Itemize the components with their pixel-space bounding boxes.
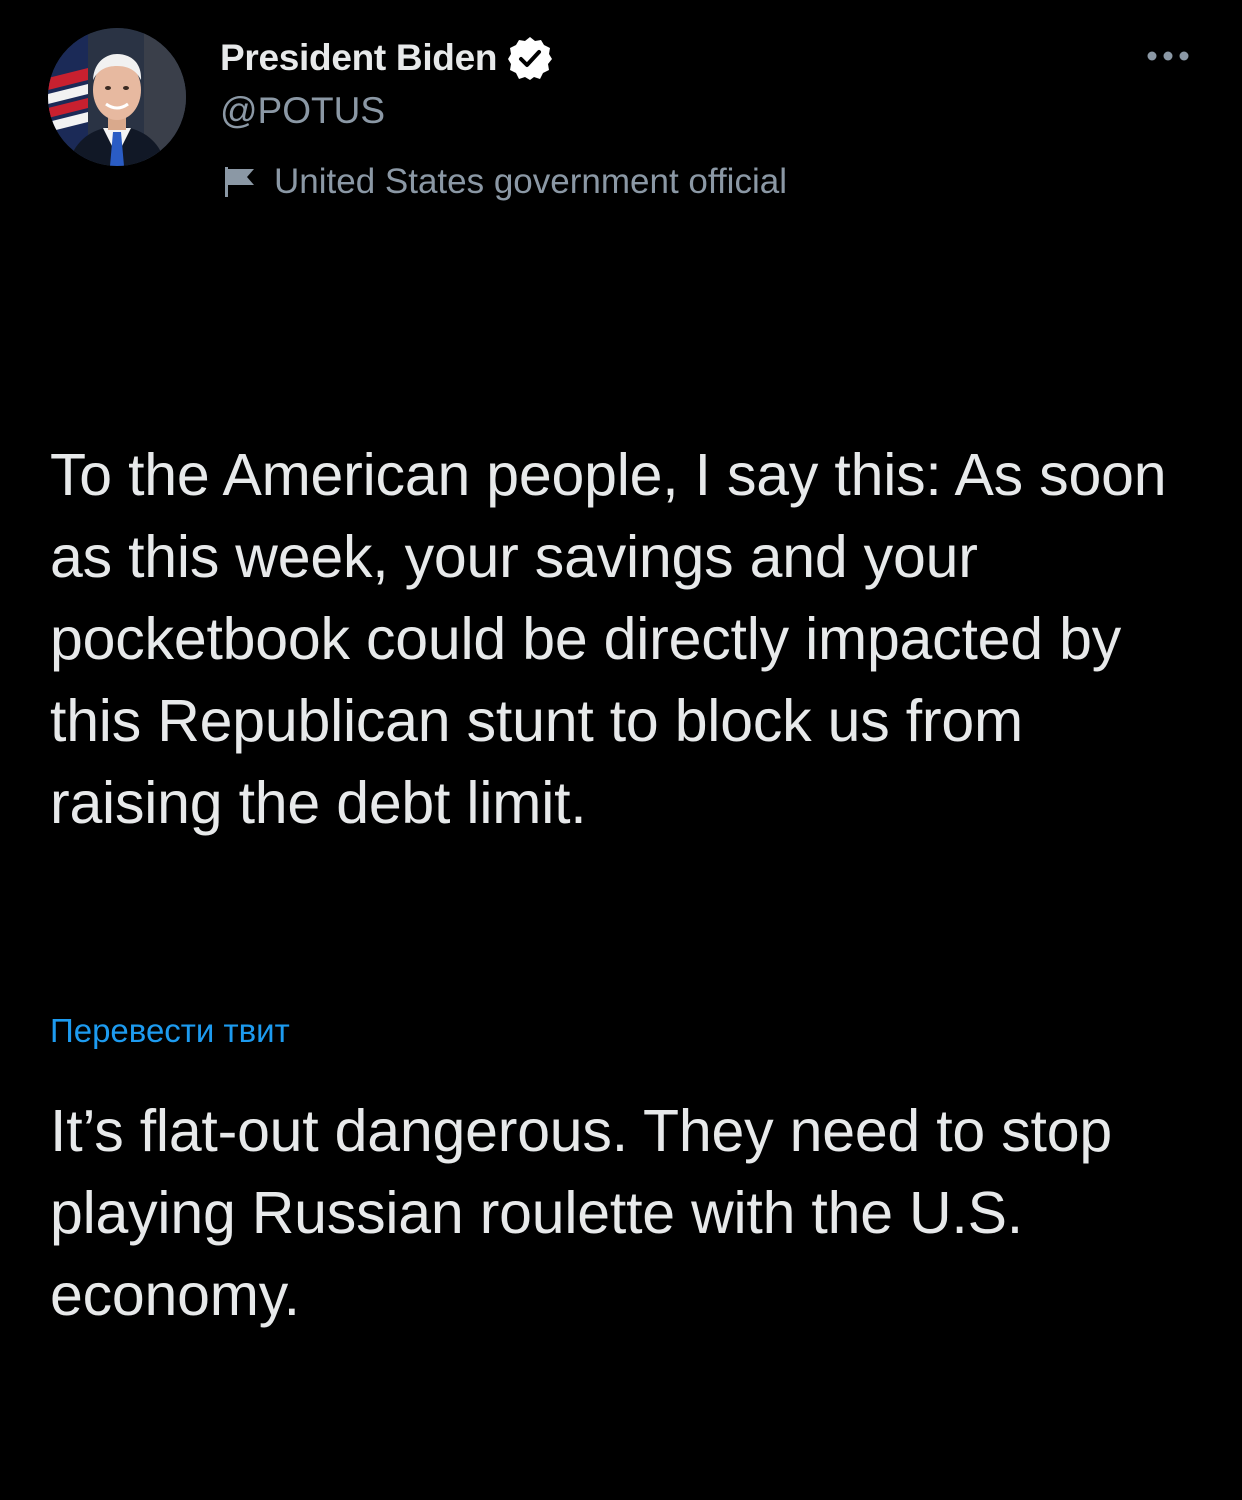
author-handle[interactable]: @POTUS xyxy=(220,90,385,132)
translate-tweet-link[interactable]: Перевести твит xyxy=(50,1012,290,1050)
more-options-button[interactable] xyxy=(1138,34,1198,78)
flag-icon xyxy=(222,164,260,200)
tweet-text: To the American people, I say this: As s… xyxy=(50,270,1210,1500)
author-avatar[interactable] xyxy=(48,28,186,166)
affiliation-label-row: United States government official xyxy=(222,160,787,204)
more-horizontal-icon xyxy=(1147,51,1189,61)
verified-badge-icon xyxy=(507,35,553,81)
author-name-row[interactable]: President Biden xyxy=(220,36,553,80)
tweet-paragraph: To the American people, I say this: As s… xyxy=(50,442,1183,836)
affiliation-label: United States government official xyxy=(274,162,787,201)
portrait-avatar-icon xyxy=(48,28,186,166)
author-display-name[interactable]: President Biden xyxy=(220,37,497,79)
tweet-paragraph: It’s flat-out dangerous. They need to st… xyxy=(50,1098,1129,1328)
tweet: President Biden @POTUS United States gov… xyxy=(0,0,1242,1328)
